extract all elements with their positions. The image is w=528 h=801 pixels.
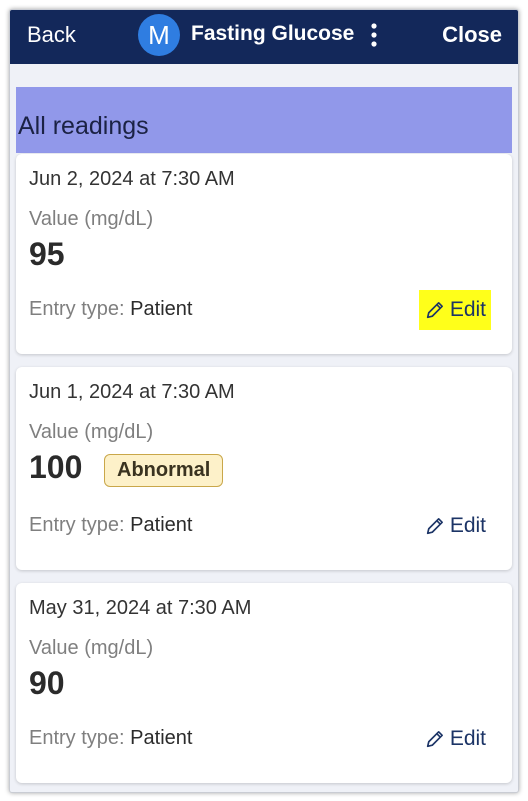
reading-value: 95 bbox=[29, 236, 65, 272]
pencil-icon bbox=[426, 302, 443, 319]
page-title: Fasting Glucose bbox=[191, 22, 355, 45]
reading-card: Jun 1, 2024 at 7:30 AM Value (mg/dL) 100… bbox=[16, 367, 512, 570]
app-window: Back M Fasting Glucose Close All reading… bbox=[9, 9, 519, 793]
entry-type-value: Patient bbox=[130, 298, 193, 320]
reading-date: May 31, 2024 at 7:30 AM bbox=[29, 597, 252, 619]
value-label: Value (mg/dL) bbox=[29, 637, 154, 659]
entry-type-label: Entry type: bbox=[29, 298, 125, 320]
reading-value: 100 bbox=[29, 449, 83, 485]
entry-type-value: Patient bbox=[130, 727, 193, 749]
kebab-menu-icon[interactable] bbox=[363, 22, 385, 48]
entry-type-value: Patient bbox=[130, 514, 193, 536]
edit-label: Edit bbox=[449, 298, 486, 321]
edit-button[interactable]: Edit bbox=[419, 719, 491, 759]
edit-label: Edit bbox=[449, 727, 486, 750]
close-button[interactable]: Close bbox=[442, 22, 502, 48]
edit-button[interactable]: Edit bbox=[419, 506, 491, 546]
status-badge: Abnormal bbox=[104, 454, 224, 487]
pencil-icon bbox=[426, 731, 443, 748]
entry-type: Entry type: Patient bbox=[29, 298, 192, 321]
entry-type: Entry type: Patient bbox=[29, 727, 192, 750]
pencil-icon bbox=[426, 518, 443, 535]
top-bar: Back M Fasting Glucose Close bbox=[10, 10, 518, 64]
edit-button[interactable]: Edit bbox=[418, 290, 491, 330]
avatar: M bbox=[138, 14, 180, 56]
back-button[interactable]: Back bbox=[27, 22, 76, 48]
reading-date: Jun 1, 2024 at 7:30 AM bbox=[29, 381, 235, 403]
reading-card: May 31, 2024 at 7:30 AM Value (mg/dL) 90… bbox=[16, 583, 512, 783]
entry-type-label: Entry type: bbox=[29, 727, 125, 749]
reading-value: 90 bbox=[29, 665, 65, 701]
entry-type: Entry type: Patient bbox=[29, 514, 192, 537]
reading-card: Jun 2, 2024 at 7:30 AM Value (mg/dL) 95 … bbox=[16, 154, 512, 354]
edit-label: Edit bbox=[449, 514, 486, 537]
section-title: All readings bbox=[16, 87, 512, 153]
value-label: Value (mg/dL) bbox=[29, 421, 154, 443]
reading-date: Jun 2, 2024 at 7:30 AM bbox=[29, 168, 235, 190]
entry-type-label: Entry type: bbox=[29, 514, 125, 536]
value-label: Value (mg/dL) bbox=[29, 208, 154, 230]
